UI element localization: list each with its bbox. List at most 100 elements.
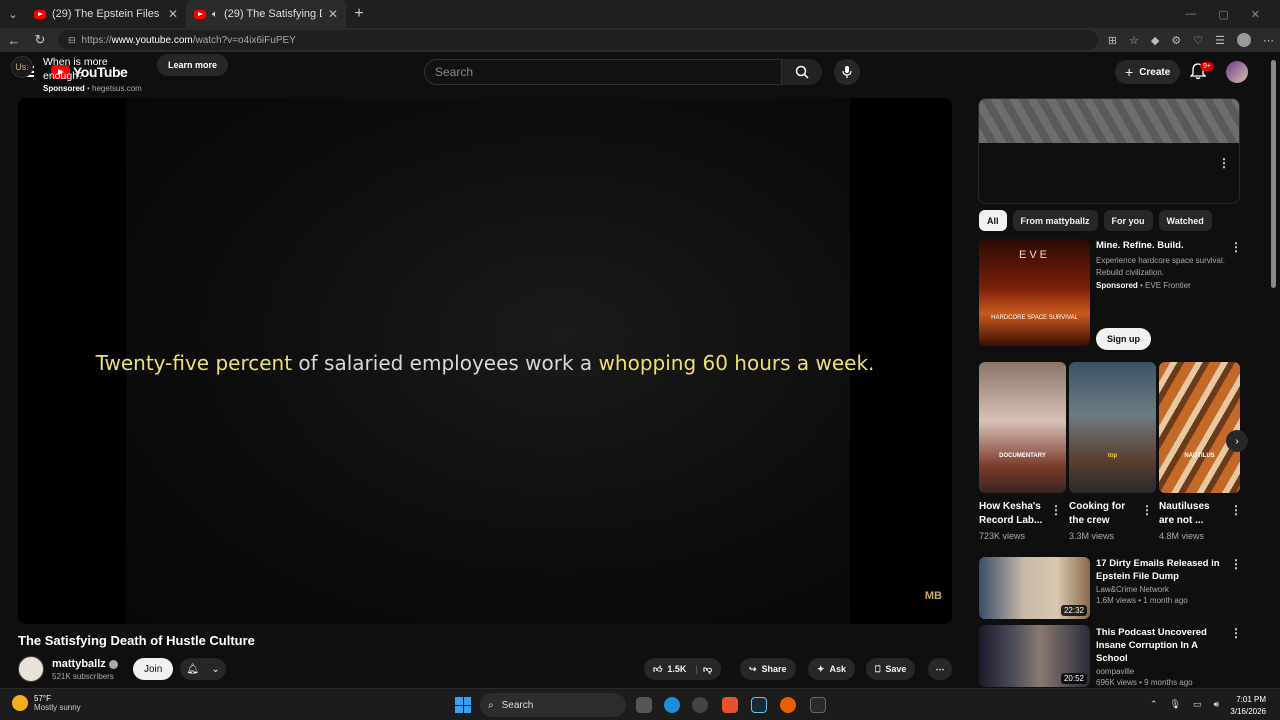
ask-button[interactable]: ✦ Ask xyxy=(808,658,856,680)
recommended-channel[interactable]: oompaville xyxy=(1096,667,1228,676)
chip-watched[interactable]: Watched xyxy=(1158,210,1212,231)
tab-list-chevron-icon[interactable]: ⌄ xyxy=(0,0,26,28)
taskbar-search[interactable]: ⌕ Search xyxy=(480,693,626,717)
microphone-icon[interactable]: 🎙︎ xyxy=(1170,699,1181,710)
site-info-icon[interactable]: ⊟ xyxy=(68,35,76,46)
chip-for-you[interactable]: For you xyxy=(1103,210,1153,231)
speaker-icon[interactable]: 🔈︎ xyxy=(212,9,218,20)
channel-avatar[interactable] xyxy=(18,656,44,682)
chip-from-channel[interactable]: From mattyballz xyxy=(1012,210,1098,231)
browser-menu-icon[interactable]: ⋯ xyxy=(1263,34,1274,47)
eve-ad-title[interactable]: Mine. Refine. Build. xyxy=(1096,240,1231,251)
recommended-info-1: 17 Dirty Emails Released in Epstein File… xyxy=(1096,557,1228,605)
network-icon[interactable]: ▭ xyxy=(1193,699,1202,710)
subscriber-count: 521K subscribers xyxy=(52,672,114,681)
windows-start-icon[interactable] xyxy=(455,697,471,713)
back-icon[interactable]: ← xyxy=(6,33,22,48)
app-available-icon[interactable]: ⊞ xyxy=(1108,34,1117,47)
favorite-star-icon[interactable]: ☆ xyxy=(1129,34,1139,47)
sponsored-ad-card[interactable] xyxy=(978,98,1240,204)
short-menu-icon[interactable]: ⋮ xyxy=(1050,503,1062,517)
search-button[interactable] xyxy=(782,59,822,85)
recommended-meta: 696K views • 9 months ago xyxy=(1096,678,1193,687)
browser-essentials-icon[interactable]: ♡ xyxy=(1193,34,1203,47)
short-menu-icon[interactable]: ⋮ xyxy=(1141,503,1153,517)
edge-browser-icon[interactable] xyxy=(664,697,680,713)
ad-title: When is more enough? xyxy=(43,56,108,82)
maximize-icon[interactable]: ▢ xyxy=(1218,8,1228,21)
filter-chips: All From mattyballz For you Watched xyxy=(979,210,1212,231)
ad-banner-image xyxy=(979,99,1239,143)
new-tab-button[interactable]: + xyxy=(346,5,372,23)
collections-icon[interactable]: ☰ xyxy=(1215,34,1225,47)
eve-ad-thumbnail[interactable]: EVE HARDCORE SPACE SURVIVAL xyxy=(979,239,1090,346)
create-button[interactable]: + Create xyxy=(1115,60,1181,84)
firefox-icon[interactable] xyxy=(780,697,796,713)
window-controls: — ▢ ✕ xyxy=(1185,8,1280,21)
ad-sponsored-line: Sponsored • hegetsus.com xyxy=(43,84,142,93)
short-title-1[interactable]: How Kesha's Record Lab... xyxy=(979,500,1051,528)
short-title-2[interactable]: Cooking for the crew xyxy=(1069,500,1141,528)
weather-widget[interactable]: 57°F Mostly sunny xyxy=(12,694,81,712)
recommended-thumbnail-2[interactable]: 20:52 xyxy=(979,625,1090,687)
close-tab-icon[interactable]: ✕ xyxy=(168,7,178,21)
task-view-icon[interactable] xyxy=(636,697,652,713)
minimize-icon[interactable]: — xyxy=(1185,8,1196,21)
epic-games-icon[interactable] xyxy=(810,697,826,713)
settings-app-icon[interactable] xyxy=(692,697,708,713)
channel-name[interactable]: mattyballz xyxy=(52,658,118,670)
steam-icon[interactable] xyxy=(751,697,767,713)
like-button[interactable]: 👍︎ 1.5K | 👎︎ xyxy=(644,658,722,680)
more-horizontal-icon: ⋯ xyxy=(935,663,945,674)
shorts-next-button[interactable]: › xyxy=(1226,430,1248,452)
account-avatar[interactable] xyxy=(1226,61,1248,83)
video-player[interactable]: Twenty-five percent of salaried employee… xyxy=(18,98,952,624)
recommended-menu-icon[interactable]: ⋮ xyxy=(1230,626,1242,640)
extension-icon[interactable]: ◆ xyxy=(1151,34,1159,47)
chevron-down-icon: ⌄ xyxy=(211,663,220,675)
sign-up-button[interactable]: Sign up xyxy=(1096,328,1151,350)
recommended-thumbnail-1[interactable]: 22:32 xyxy=(979,557,1090,619)
windows-taskbar: 57°F Mostly sunny ⌕ Search ⌃ 🎙︎ ▭ 🔊︎ 7:0… xyxy=(0,688,1280,720)
scrollbar-thumb[interactable] xyxy=(1271,60,1276,288)
chip-all[interactable]: All xyxy=(979,210,1007,231)
short-thumbnail-2[interactable]: top xyxy=(1069,362,1156,493)
recommended-channel[interactable]: Law&Crime Network xyxy=(1096,585,1228,594)
extensions-puzzle-icon[interactable]: ⚙ xyxy=(1171,34,1181,47)
more-actions-button[interactable]: ⋯ xyxy=(928,658,952,680)
recommended-title[interactable]: This Podcast Uncovered Insane Corruption… xyxy=(1096,626,1228,665)
eve-ad-info: Mine. Refine. Build. Experience hardcore… xyxy=(1096,240,1231,290)
short-title-3[interactable]: Nautiluses are not ... xyxy=(1159,500,1221,528)
browser-tab-bar: ⌄ (29) The Epstein Files Just Got We ✕ 🔈… xyxy=(0,0,1280,28)
taskbar-clock[interactable]: 7:01 PM 3/16/2026 xyxy=(1230,694,1266,718)
page-scrollbar[interactable] xyxy=(1268,52,1280,688)
url-field[interactable]: ⊟ https://www.youtube.com/watch?v=o4ix6i… xyxy=(58,30,1098,50)
browser-profile-avatar[interactable] xyxy=(1237,33,1251,47)
brave-browser-icon[interactable] xyxy=(722,697,738,713)
recommended-menu-icon[interactable]: ⋮ xyxy=(1230,557,1242,571)
short-thumbnail-3[interactable]: NAUTILUS xyxy=(1159,362,1240,493)
close-window-icon[interactable]: ✕ xyxy=(1251,8,1260,21)
short-thumbnail-1[interactable]: DOCUMENTARY xyxy=(979,362,1066,493)
browser-tab-hustle[interactable]: 🔈︎ (29) The Satisfying Death of H ✕ xyxy=(186,0,346,28)
reload-icon[interactable]: ↻ xyxy=(32,32,48,48)
recommended-title[interactable]: 17 Dirty Emails Released in Epstein File… xyxy=(1096,557,1228,583)
learn-more-button[interactable]: Learn more xyxy=(157,54,229,76)
search-icon: ⌕ xyxy=(488,699,494,711)
browser-tab-epstein[interactable]: (29) The Epstein Files Just Got We ✕ xyxy=(26,0,186,28)
join-button[interactable]: Join xyxy=(133,658,174,680)
tab-title: (29) The Satisfying Death of H xyxy=(224,8,322,20)
show-hidden-icons-icon[interactable]: ⌃ xyxy=(1150,699,1158,710)
voice-search-button[interactable] xyxy=(834,59,860,85)
eve-ad-menu-icon[interactable]: ⋮ xyxy=(1230,240,1242,254)
ad-menu-icon[interactable]: ⋮ xyxy=(1218,156,1230,170)
close-tab-icon[interactable]: ✕ xyxy=(328,7,338,21)
search-input[interactable]: Search xyxy=(424,59,782,85)
thumbs-down-icon[interactable]: 👎︎ xyxy=(703,664,712,675)
subscription-bell-button[interactable]: 🔔︎ ⌄ xyxy=(180,658,226,680)
tab-title: (29) The Epstein Files Just Got We xyxy=(52,8,162,20)
share-button[interactable]: ↪ Share xyxy=(740,658,796,680)
save-button[interactable]: ⎕ Save xyxy=(866,658,916,680)
short-menu-icon[interactable]: ⋮ xyxy=(1230,503,1242,517)
volume-icon[interactable]: 🔊︎ xyxy=(1214,699,1220,710)
